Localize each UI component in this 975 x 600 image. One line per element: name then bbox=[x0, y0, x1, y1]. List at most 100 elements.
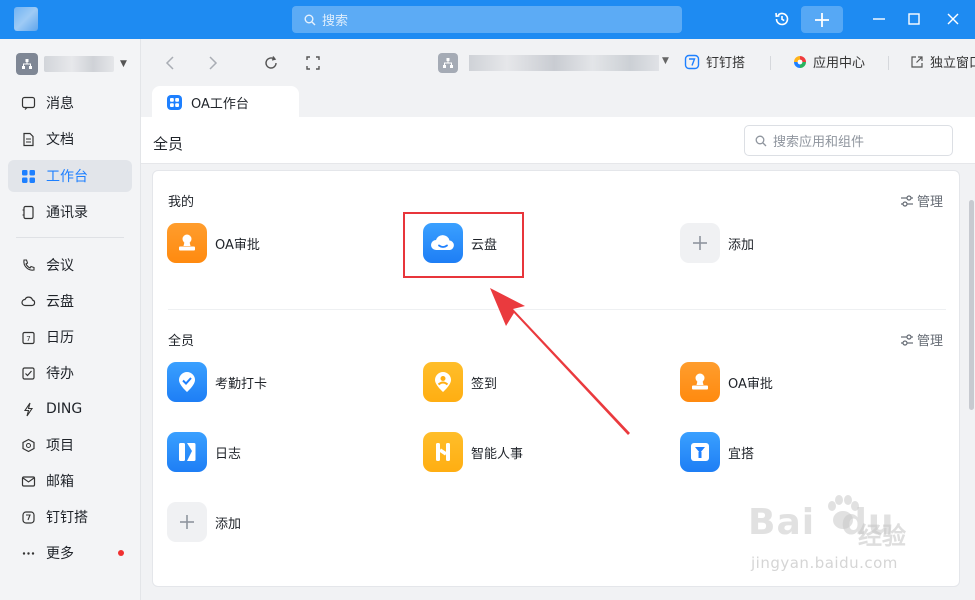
settings-sliders-icon bbox=[900, 333, 913, 346]
more-icon bbox=[20, 545, 36, 561]
page-header: 全员 搜索应用和组件 bbox=[141, 117, 975, 164]
app-center-link-label: 应用中心 bbox=[813, 56, 866, 71]
app-label: OA审批 bbox=[215, 237, 260, 253]
chevron-down-icon: ▼ bbox=[120, 59, 127, 69]
title-bar: 搜索 bbox=[0, 0, 975, 39]
dingda-link[interactable]: 钉钉搭 bbox=[684, 52, 745, 71]
manage-button-mine[interactable]: 管理 bbox=[900, 191, 943, 210]
app-label: 日志 bbox=[215, 446, 242, 462]
sidebar-item-messages[interactable]: 消息 bbox=[8, 87, 132, 119]
chevron-down-icon[interactable]: ▼ bbox=[662, 56, 669, 66]
forward-button[interactable] bbox=[202, 53, 222, 73]
app-yida[interactable]: 宜搭 bbox=[680, 432, 754, 472]
ding-icon bbox=[20, 401, 36, 417]
meeting-icon bbox=[20, 257, 36, 273]
app-search-input[interactable]: 搜索应用和组件 bbox=[744, 125, 953, 156]
dingda-icon bbox=[20, 509, 36, 525]
app-attendance[interactable]: 考勤打卡 bbox=[167, 362, 267, 402]
sidebar-item-project[interactable]: 项目 bbox=[8, 429, 132, 461]
app-label: 考勤打卡 bbox=[215, 376, 268, 392]
sidebar-item-todo[interactable]: 待办 bbox=[8, 357, 132, 389]
app-oa-approval[interactable]: OA审批 bbox=[167, 223, 260, 263]
calendar-icon: 7 bbox=[20, 329, 36, 345]
main-toolbar: ▼ 钉钉搭 应用中心 独立窗口 bbox=[141, 39, 975, 87]
sidebar-item-label: 钉钉搭 bbox=[46, 510, 88, 526]
minimize-button[interactable] bbox=[868, 8, 890, 30]
app-oa-approval-all[interactable]: OA审批 bbox=[680, 362, 773, 402]
annotation-arrow bbox=[490, 288, 630, 435]
watermark-url: jingyan.baidu.com bbox=[751, 554, 898, 572]
scrollbar[interactable] bbox=[969, 200, 974, 410]
section-title-all: 全员 bbox=[168, 334, 195, 349]
add-app-button-all[interactable]: 添加 bbox=[167, 502, 241, 542]
app-label: OA审批 bbox=[728, 376, 773, 392]
manage-button-all[interactable]: 管理 bbox=[900, 330, 943, 349]
app-label: 宜搭 bbox=[728, 446, 755, 462]
approval-icon bbox=[167, 223, 207, 263]
sidebar-item-contacts[interactable]: 通讯录 bbox=[8, 196, 132, 228]
plus-icon bbox=[815, 12, 829, 27]
sidebar-item-ding[interactable]: DING bbox=[8, 393, 132, 425]
sidebar-item-workbench[interactable]: 工作台 bbox=[8, 160, 132, 192]
document-icon bbox=[20, 131, 36, 147]
sidebar-item-dingda[interactable]: 钉钉搭 bbox=[8, 501, 132, 533]
log-icon bbox=[167, 432, 207, 472]
mail-icon bbox=[20, 473, 36, 489]
close-button[interactable] bbox=[942, 8, 964, 30]
sidebar-item-label: 更多 bbox=[46, 546, 74, 562]
minimize-icon bbox=[873, 18, 885, 20]
sidebar-item-label: 会议 bbox=[46, 258, 74, 274]
back-button[interactable] bbox=[161, 53, 181, 73]
todo-icon bbox=[20, 365, 36, 381]
add-app-button-mine[interactable]: 添加 bbox=[680, 223, 754, 263]
sidebar-item-label: DING bbox=[46, 401, 83, 417]
create-button[interactable] bbox=[801, 6, 843, 33]
org-switcher[interactable]: ▼ bbox=[16, 53, 127, 75]
project-icon bbox=[20, 437, 36, 453]
sidebar-item-cloud-drive[interactable]: 云盘 bbox=[8, 285, 132, 317]
attendance-icon bbox=[167, 362, 207, 402]
sidebar-item-label: 待办 bbox=[46, 366, 74, 382]
workbench-icon bbox=[20, 168, 36, 184]
history-icon[interactable] bbox=[771, 8, 793, 30]
sidebar-item-docs[interactable]: 文档 bbox=[8, 123, 132, 155]
fullscreen-icon bbox=[306, 56, 320, 70]
app-label: 智能人事 bbox=[471, 446, 524, 462]
refresh-button[interactable] bbox=[261, 53, 281, 73]
app-search-placeholder: 搜索应用和组件 bbox=[773, 135, 865, 150]
sidebar-item-more[interactable]: 更多 bbox=[8, 537, 132, 569]
paw-icon bbox=[828, 495, 859, 529]
fullscreen-button[interactable] bbox=[303, 53, 323, 73]
global-search-input[interactable]: 搜索 bbox=[292, 6, 682, 33]
notification-dot bbox=[118, 550, 124, 556]
search-icon bbox=[304, 14, 316, 25]
watermark-cn: 经验 bbox=[858, 522, 906, 550]
standalone-window-link[interactable]: 独立窗口 bbox=[910, 52, 975, 71]
toolbar-divider bbox=[888, 56, 889, 70]
app-log[interactable]: 日志 bbox=[167, 432, 241, 472]
maximize-button[interactable] bbox=[903, 8, 925, 30]
svg-text:7: 7 bbox=[26, 335, 30, 343]
dingda-link-label: 钉钉搭 bbox=[706, 56, 746, 71]
tab-label: OA工作台 bbox=[191, 96, 249, 112]
tab-oa-workbench[interactable]: OA工作台 bbox=[152, 86, 299, 118]
app-center-link[interactable]: 应用中心 bbox=[793, 52, 865, 71]
approval-icon bbox=[680, 362, 720, 402]
org-name-redacted bbox=[44, 56, 114, 72]
sidebar-item-label: 文档 bbox=[46, 132, 74, 148]
dingda-icon bbox=[684, 54, 700, 70]
sidebar-item-meeting[interactable]: 会议 bbox=[8, 249, 132, 281]
toolbar-divider bbox=[770, 56, 771, 70]
sidebar-item-calendar[interactable]: 7 日历 bbox=[8, 321, 132, 353]
sidebar-item-mail[interactable]: 邮箱 bbox=[8, 465, 132, 497]
message-icon bbox=[20, 95, 36, 111]
manage-label: 管理 bbox=[916, 334, 943, 349]
app-center-icon bbox=[793, 55, 807, 69]
global-search-placeholder: 搜索 bbox=[322, 14, 349, 29]
chevron-left-icon bbox=[165, 56, 174, 70]
sidebar-item-label: 通讯录 bbox=[46, 205, 88, 221]
chevron-right-icon bbox=[209, 56, 218, 70]
workbench-icon bbox=[167, 94, 182, 110]
plus-icon bbox=[680, 223, 720, 263]
sidebar-item-label: 邮箱 bbox=[46, 474, 74, 490]
